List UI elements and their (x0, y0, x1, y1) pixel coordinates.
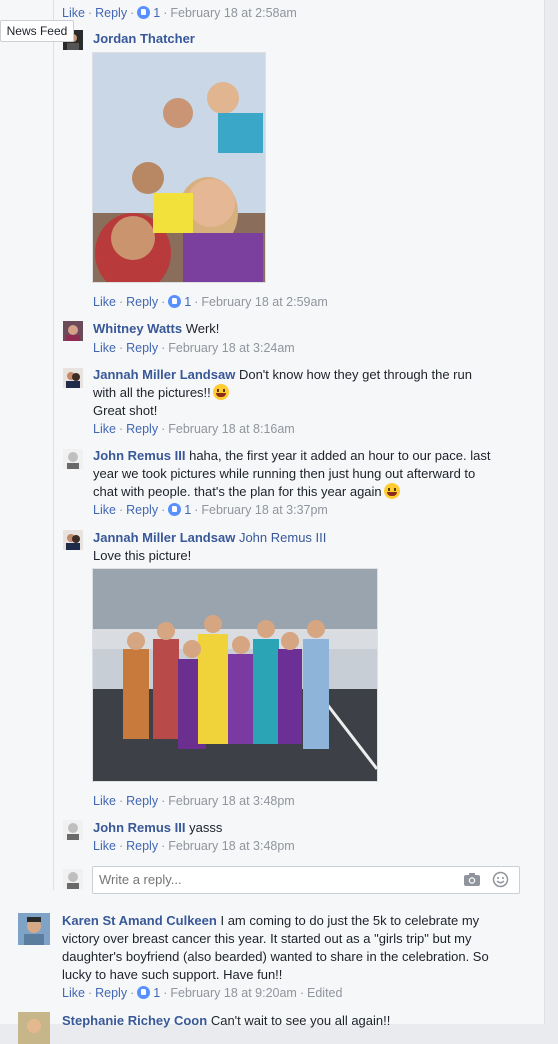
like-badge-icon[interactable] (168, 503, 182, 516)
comment-author[interactable]: John Remus III (93, 820, 185, 835)
comment-meta: Like · Reply · February 18 at 3:24am (93, 341, 295, 355)
avatar[interactable] (18, 913, 50, 945)
reply-link[interactable]: Reply (95, 6, 127, 20)
news-feed-tooltip: News Feed (0, 20, 74, 42)
comment-author[interactable]: Whitney Watts (93, 321, 182, 336)
like-count[interactable]: 1 (153, 6, 160, 20)
comment-author[interactable]: Karen St Amand Culkeen (62, 913, 217, 928)
comment-text-line: chat with people. that's the plan for th… (93, 484, 382, 499)
avatar[interactable] (63, 449, 83, 469)
like-count[interactable]: 1 (153, 986, 160, 1000)
comment-meta: Like · Reply · 1 · February 18 at 2:58am (62, 6, 297, 20)
avatar[interactable] (63, 368, 83, 388)
reply-link[interactable]: Reply (126, 295, 158, 309)
comment-body: Whitney Watts Werk! (93, 320, 219, 338)
like-link[interactable]: Like (93, 839, 116, 853)
like-link[interactable]: Like (93, 422, 116, 436)
comment-meta: Like · Reply · 1 · February 18 at 3:37pm (93, 503, 328, 517)
like-link[interactable]: Like (62, 986, 85, 1000)
comment-author[interactable]: Jannah Miller Landsaw (93, 530, 235, 545)
comments-panel: Like · Reply · 1 · February 18 at 2:58am Jorda… (0, 0, 545, 1044)
mention-link[interactable]: John Remus III (239, 530, 326, 545)
reply-link[interactable]: Reply (95, 986, 127, 1000)
avatar[interactable] (63, 321, 83, 341)
like-link[interactable]: Like (93, 295, 116, 309)
comment-text-line: with all the pictures!! (93, 385, 211, 400)
avatar[interactable] (18, 1012, 50, 1044)
comment-author[interactable]: John Remus III (93, 448, 185, 463)
comment-text-line: daughter's boyfriend (also bearded) want… (62, 949, 489, 964)
like-badge-icon[interactable] (137, 986, 151, 999)
comment-text-line: Great shot! (93, 403, 158, 418)
thread-line (53, 0, 54, 890)
edited-label[interactable]: Edited (307, 986, 342, 1000)
timestamp[interactable]: February 18 at 2:59am (201, 295, 327, 309)
avatar[interactable] (63, 530, 83, 550)
comment-author[interactable]: Jordan Thatcher (93, 31, 195, 46)
timestamp[interactable]: February 18 at 3:37pm (201, 503, 327, 517)
laughing-emoji-icon (212, 384, 229, 400)
like-link[interactable]: Like (93, 503, 116, 517)
comment-photo[interactable] (92, 52, 266, 293)
reply-link[interactable]: Reply (126, 794, 158, 808)
comment-text: Can't wait to see you all again!! (210, 1013, 391, 1028)
timestamp[interactable]: February 18 at 8:16am (168, 422, 294, 436)
comment-text-line: haha, the first year it added an hour to… (189, 448, 491, 463)
comment-text-line: lucky to have such support. Have fun!! (62, 967, 283, 982)
like-link[interactable]: Like (93, 341, 116, 355)
comment-body: Stephanie Richey Coon Can't wait to see … (62, 1012, 532, 1030)
comment-body: John Remus III yasss (93, 819, 222, 837)
reply-link[interactable]: Reply (126, 839, 158, 853)
timestamp[interactable]: February 18 at 3:24am (168, 341, 294, 355)
reply-input[interactable] (93, 867, 439, 891)
comment-body: John Remus III haha, the first year it a… (93, 447, 533, 501)
avatar[interactable] (63, 820, 83, 840)
like-badge-icon[interactable] (168, 295, 182, 308)
comment-meta: Like · Reply · February 18 at 8:16am (93, 422, 295, 436)
comment-text-line: year we took pictures while running then… (93, 466, 476, 481)
emoji-icon[interactable] (492, 871, 509, 891)
comment-body: Karen St Amand Culkeen I am coming to do… (62, 912, 532, 984)
comment-meta: Like · Reply · 1 · February 18 at 2:59am (93, 295, 328, 309)
comment-meta: Like · Reply · 1 · February 18 at 9:20am · Edite… (62, 986, 343, 1000)
comment-text-line: victory over breast cancer this year. It… (62, 931, 472, 946)
comment-text: Love this picture! (93, 548, 192, 563)
comment-body: Jannah Miller Landsaw John Remus III Lov… (93, 529, 326, 565)
reply-link[interactable]: Reply (126, 341, 158, 355)
comment-text-line: I am coming to do just the 5k to celebra… (220, 913, 480, 928)
reply-link[interactable]: Reply (126, 422, 158, 436)
comment-text: Werk! (185, 321, 220, 336)
camera-icon[interactable] (463, 872, 481, 890)
like-count[interactable]: 1 (184, 295, 191, 309)
timestamp[interactable]: February 18 at 9:20am (170, 986, 296, 1000)
timestamp[interactable]: February 18 at 3:48pm (168, 839, 294, 853)
comment-body: Jannah Miller Landsaw Don't know how the… (93, 366, 533, 420)
like-count[interactable]: 1 (184, 503, 191, 517)
grinning-emoji-icon (383, 483, 400, 499)
timestamp[interactable]: February 18 at 2:58am (170, 6, 296, 20)
comment-meta: Like · Reply · February 18 at 3:48pm (93, 794, 295, 808)
like-badge-icon[interactable] (137, 6, 151, 19)
comment-author[interactable]: Stephanie Richey Coon (62, 1013, 207, 1028)
reply-composer[interactable] (92, 866, 520, 894)
comment-author[interactable]: Jannah Miller Landsaw (93, 367, 235, 382)
comment-meta: Like · Reply · February 18 at 3:48pm (93, 839, 295, 853)
reply-link[interactable]: Reply (126, 503, 158, 517)
comment-photo[interactable] (92, 568, 379, 782)
comment-text: yasss (189, 820, 223, 835)
current-user-avatar (63, 869, 83, 889)
like-link[interactable]: Like (93, 794, 116, 808)
comment-text-line: Don't know how they get through the run (238, 367, 472, 382)
timestamp[interactable]: February 18 at 3:48pm (168, 794, 294, 808)
like-link[interactable]: Like (62, 6, 85, 20)
